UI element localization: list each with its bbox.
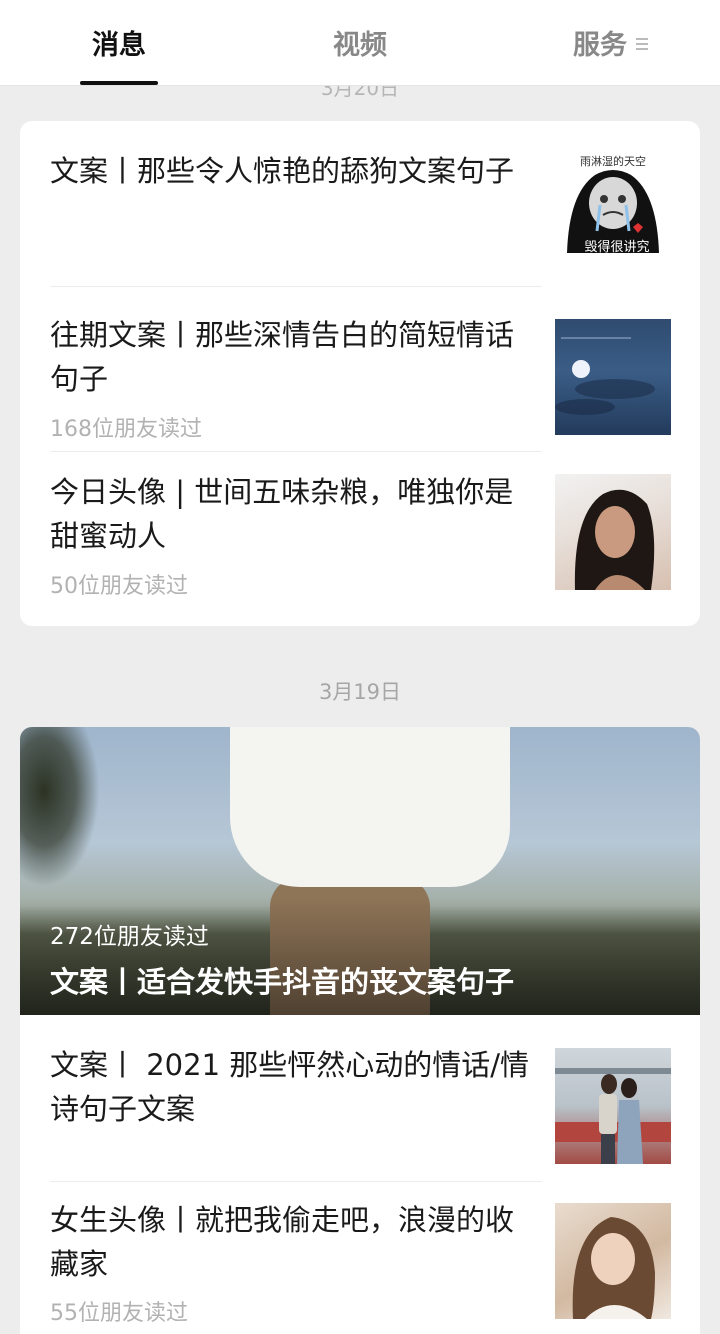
menu-icon[interactable]: [636, 38, 648, 50]
article-title: 女生头像丨就把我偷走吧，浪漫的收藏家: [50, 1203, 515, 1281]
article-group-card: 272位朋友读过 文案丨适合发快手抖音的丧文案句子 文案丨 2021 那些怦然心…: [20, 727, 700, 1334]
article-item[interactable]: 女生头像丨就把我偷走吧，浪漫的收藏家 55位朋友读过: [20, 1182, 700, 1334]
tab-messages[interactable]: 消息: [80, 0, 158, 86]
hero-article[interactable]: 272位朋友读过 文案丨适合发快手抖音的丧文案句子: [20, 727, 700, 1015]
article-item[interactable]: 文案丨 2021 那些怦然心动的情话/情诗句子文案: [20, 1015, 700, 1181]
article-group-card: 文案丨那些令人惊艳的舔狗文案句子 雨淋湿的天空 毁得很讲究 往期文案丨那些深情告…: [20, 121, 700, 626]
night-moon-thumbnail: [555, 319, 671, 435]
read-count: 50位朋友读过: [50, 574, 188, 599]
read-count: 168位朋友读过: [50, 417, 202, 442]
active-tab-indicator: [80, 81, 158, 85]
article-title: 文案丨那些令人惊艳的舔狗文案句子: [50, 154, 515, 188]
crying-meme-thumbnail: 雨淋湿的天空 毁得很讲究: [555, 153, 671, 269]
article-item[interactable]: 今日头像 | 世间五味杂粮，唯独你是甜蜜动人 50位朋友读过: [20, 452, 700, 626]
girl-portrait-thumbnail: [555, 1203, 671, 1319]
meme-caption-top: 雨淋湿的天空: [580, 154, 646, 168]
date-label: 3月19日: [318, 680, 402, 704]
hero-title: 文案丨适合发快手抖音的丧文案句子: [50, 965, 515, 999]
article-item[interactable]: 往期文案丨那些深情告白的简短情话句子 168位朋友读过: [20, 287, 700, 452]
tab-services[interactable]: 服务: [560, 0, 640, 86]
read-count: 55位朋友读过: [50, 1301, 188, 1326]
meme-caption-bottom: 毁得很讲究: [584, 239, 649, 255]
couple-photo-thumbnail: [555, 1048, 671, 1164]
top-tab-bar: 消息 视频 服务: [0, 0, 720, 86]
article-title: 今日头像 | 世间五味杂粮，唯独你是甜蜜动人: [50, 475, 514, 553]
article-title: 往期文案丨那些深情告白的简短情话句子: [50, 318, 515, 396]
woman-portrait-thumbnail: [555, 474, 671, 590]
article-title: 文案丨 2021 那些怦然心动的情话/情诗句子文案: [50, 1048, 530, 1126]
article-item[interactable]: 文案丨那些令人惊艳的舔狗文案句子 雨淋湿的天空 毁得很讲究: [20, 121, 700, 286]
hero-read-count: 272位朋友读过: [50, 924, 209, 950]
tab-video[interactable]: 视频: [320, 0, 400, 86]
